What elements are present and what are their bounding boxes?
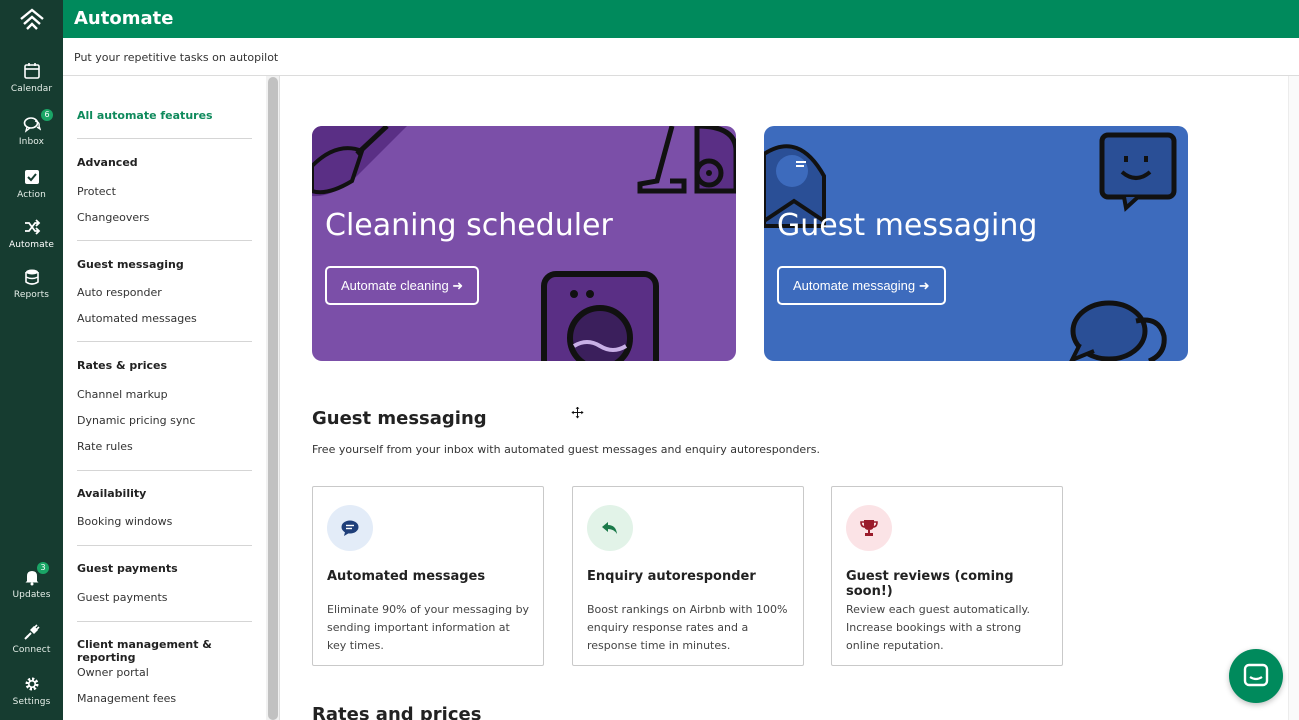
hero-cleaning-scheduler: Cleaning scheduler Automate cleaning ➜ — [312, 126, 736, 361]
main-scrollbar[interactable] — [1288, 76, 1299, 720]
messaging-illustration — [764, 132, 1177, 361]
chat-icon — [23, 117, 41, 133]
cleaning-illustration — [312, 126, 736, 361]
menu-heading: Availability — [77, 487, 147, 500]
rail-label: Reports — [13, 290, 50, 300]
chat-launcher-icon — [1243, 663, 1269, 687]
inbox-badge: 6 — [41, 109, 53, 121]
rail-item-calendar[interactable]: Calendar — [0, 62, 63, 106]
menu-link-automated-messages[interactable]: Automated messages — [77, 312, 197, 325]
menu-heading: Client management & reporting — [77, 638, 212, 664]
chat-launcher-button[interactable] — [1229, 649, 1283, 703]
rail-label: Settings — [12, 697, 51, 707]
menu-link-dynamic-pricing-sync[interactable]: Dynamic pricing sync — [77, 414, 195, 427]
rail-label: Connect — [12, 645, 51, 655]
menu-heading: Guest messaging — [77, 258, 184, 271]
logo-icon[interactable] — [0, 0, 63, 38]
feature-card-guest-reviews[interactable]: Guest reviews (coming soon!) Review each… — [831, 486, 1063, 666]
page-subtitle-bar: Put your repetitive tasks on autopilot — [63, 38, 1299, 76]
rail-item-inbox[interactable]: 6 Inbox — [0, 109, 63, 159]
section-title-guest-messaging: Guest messaging — [312, 408, 487, 429]
menu-link-owner-portal[interactable]: Owner portal — [77, 666, 149, 679]
calendar-icon — [23, 63, 40, 79]
rail-item-action[interactable]: Action — [0, 168, 63, 212]
card-title: Enquiry autoresponder — [587, 569, 756, 584]
hero-guest-messaging: Guest messaging Automate messaging ➜ — [764, 126, 1188, 361]
updates-badge: 3 — [37, 562, 49, 574]
automate-menu: All automate features Advanced Protect C… — [63, 76, 266, 720]
main-content: Cleaning scheduler Automate cleaning ➜ G… — [280, 76, 1299, 720]
rail-item-reports[interactable]: Reports — [0, 268, 63, 312]
reply-icon — [602, 522, 617, 534]
card-icon-circle — [846, 505, 892, 551]
rail-label: Action — [17, 190, 46, 200]
rail-label: Inbox — [18, 137, 45, 147]
automate-messaging-button[interactable]: Automate messaging ➜ — [777, 266, 946, 305]
card-icon-circle — [587, 505, 633, 551]
move-cursor-icon — [570, 404, 585, 423]
menu-heading: Advanced — [77, 156, 138, 169]
menu-link-management-fees[interactable]: Management fees — [77, 692, 176, 705]
feature-card-automated-messages[interactable]: Automated messages Eliminate 90% of your… — [312, 486, 544, 666]
rail-item-settings[interactable]: Settings — [0, 675, 63, 719]
left-rail: Calendar 6 Inbox Action Automate Reports… — [0, 0, 63, 720]
menu-link-changeovers[interactable]: Changeovers — [77, 211, 149, 224]
trophy-icon — [860, 520, 878, 536]
card-description: Review each guest automatically. Increas… — [846, 603, 1030, 652]
card-title: Guest reviews (coming soon!) — [846, 569, 1014, 599]
rail-item-connect[interactable]: Connect — [0, 623, 63, 667]
menu-link-channel-markup[interactable]: Channel markup — [77, 388, 168, 401]
card-icon-circle — [327, 505, 373, 551]
hero-title: Guest messaging — [777, 208, 1038, 243]
page-title: Automate — [74, 8, 174, 29]
menu-link-rate-rules[interactable]: Rate rules — [77, 440, 133, 453]
menu-link-auto-responder[interactable]: Auto responder — [77, 286, 162, 299]
checkbox-icon — [24, 170, 39, 184]
card-description: Eliminate 90% of your messaging by sendi… — [327, 603, 530, 652]
rail-label: Automate — [8, 240, 55, 250]
menu-divider — [77, 138, 252, 139]
menu-link-all-features[interactable]: All automate features — [77, 109, 213, 122]
rail-label: Calendar — [10, 84, 53, 94]
section-title-rates-and-prices: Rates and prices — [312, 704, 482, 720]
menu-divider — [77, 545, 252, 546]
menu-divider — [77, 341, 252, 342]
hero-title: Cleaning scheduler — [325, 208, 613, 243]
automate-cleaning-button[interactable]: Automate cleaning ➜ — [325, 266, 480, 305]
card-description: Boost rankings on Airbnb with 100% enqui… — [587, 603, 788, 652]
menu-heading: Rates & prices — [77, 359, 168, 372]
gear-icon — [25, 677, 38, 691]
menu-scrollbar-thumb[interactable] — [268, 77, 278, 720]
menu-divider — [77, 240, 252, 241]
menu-divider — [77, 621, 252, 622]
menu-link-protect[interactable]: Protect — [77, 185, 116, 198]
menu-heading: Guest payments — [77, 562, 178, 575]
database-icon — [24, 269, 39, 285]
section-description: Free yourself from your inbox with autom… — [312, 443, 820, 456]
app-header: Automate — [63, 0, 1299, 38]
menu-divider — [77, 470, 252, 471]
shuffle-icon — [24, 219, 40, 235]
menu-link-booking-windows[interactable]: Booking windows — [77, 515, 172, 528]
rail-item-automate[interactable]: Automate — [0, 218, 63, 262]
plug-icon — [23, 624, 40, 640]
feature-card-enquiry-autoresponder[interactable]: Enquiry autoresponder Boost rankings on … — [572, 486, 804, 666]
message-bubble-icon — [341, 520, 359, 536]
page-subtitle: Put your repetitive tasks on autopilot — [74, 51, 279, 64]
rail-label: Updates — [12, 590, 51, 600]
card-title: Automated messages — [327, 569, 486, 584]
menu-link-guest-payments[interactable]: Guest payments — [77, 591, 168, 604]
rail-item-updates[interactable]: 3 Updates — [0, 562, 63, 612]
